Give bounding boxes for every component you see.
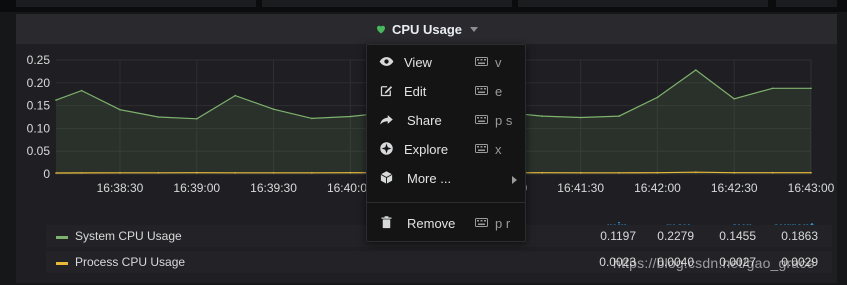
menu-item-label: More ...	[407, 171, 452, 186]
data-point	[157, 172, 160, 174]
menu-item-view[interactable]: View v	[367, 47, 525, 76]
data-point	[656, 96, 659, 99]
menu-item-remove[interactable]: Remove p r	[367, 208, 525, 237]
panel-context-menu: View v Edit e Share p s Explore x More .…	[366, 44, 526, 242]
data-point	[771, 87, 774, 90]
menu-item-explore[interactable]: Explore x	[367, 134, 525, 163]
data-point	[579, 116, 582, 119]
legend-avg: 0.1455	[719, 229, 756, 243]
data-point	[695, 171, 697, 173]
data-point	[80, 89, 83, 92]
trash-icon	[381, 216, 392, 229]
compass-icon	[380, 142, 393, 155]
x-tick-label: 16:42:30	[711, 181, 758, 195]
keyboard-icon	[475, 57, 488, 66]
keyboard-icon	[475, 86, 488, 95]
data-point	[55, 99, 57, 101]
x-tick-label: 16:42:00	[634, 181, 681, 195]
data-point	[119, 108, 121, 111]
data-point	[810, 87, 812, 90]
legend-series-name[interactable]: Process CPU Usage	[75, 255, 185, 269]
y-axis: 0 0.05 0.10 0.15 0.20 0.25	[27, 53, 51, 181]
x-tick-label: 16:41:30	[557, 181, 604, 195]
data-point	[80, 172, 83, 174]
data-point	[695, 69, 697, 71]
data-point	[349, 115, 352, 118]
y-tick-label: 0.05	[27, 144, 51, 158]
data-point	[55, 172, 57, 174]
menu-item-share[interactable]: Share p s	[367, 105, 525, 134]
data-point	[579, 172, 582, 174]
menu-shortcut: p r	[495, 216, 511, 231]
menu-item-label: Remove	[407, 216, 456, 231]
row-segment	[16, 0, 256, 7]
cube-icon	[380, 171, 393, 184]
chevron-right-icon	[512, 176, 517, 184]
menu-item-more[interactable]: More ...	[367, 163, 525, 192]
eye-icon	[379, 57, 394, 66]
data-point	[771, 171, 774, 174]
data-point	[234, 94, 236, 97]
data-point	[157, 116, 160, 118]
keyboard-icon	[475, 144, 488, 153]
menu-shortcut: e	[495, 84, 503, 99]
menu-shortcut: v	[495, 55, 502, 70]
y-tick-label: 0.15	[27, 99, 51, 113]
data-point	[541, 171, 544, 174]
data-point	[272, 108, 275, 110]
y-tick-label: 0	[43, 167, 50, 181]
x-tick-label: 16:39:00	[173, 181, 220, 195]
x-tick-label: 16:38:30	[97, 181, 144, 195]
menu-item-label: Share	[407, 113, 442, 128]
row-segment	[262, 0, 512, 7]
menu-item-label: Edit	[404, 84, 427, 99]
row-segment	[776, 0, 837, 7]
keyboard-icon	[475, 218, 488, 227]
data-point	[272, 172, 275, 174]
dashboard-top-strip	[0, 0, 847, 12]
data-point	[119, 172, 121, 174]
legend-swatch[interactable]	[56, 236, 68, 239]
watermark-text: https://blog.csdn.net/gao_grace	[613, 255, 815, 271]
menu-shortcut: x	[495, 142, 502, 157]
data-point	[618, 115, 620, 117]
data-point	[196, 171, 198, 174]
x-tick-label: 16:43:00	[788, 181, 835, 195]
menu-item-label: View	[404, 55, 432, 70]
keyboard-icon	[475, 115, 488, 124]
menu-divider	[367, 202, 525, 203]
legend-current: 0.1863	[781, 229, 818, 243]
data-point	[349, 171, 352, 174]
legend-min: 0.1197	[600, 229, 636, 243]
data-point	[733, 98, 735, 100]
share-icon	[380, 115, 393, 125]
legend-series-name[interactable]: System CPU Usage	[75, 229, 182, 243]
data-point	[311, 117, 313, 120]
data-point	[311, 172, 313, 174]
edit-icon	[380, 86, 393, 97]
data-point	[196, 118, 198, 120]
data-point	[618, 172, 620, 174]
x-tick-label: 16:39:30	[250, 181, 297, 195]
row-segment	[518, 0, 768, 7]
data-point	[541, 115, 544, 117]
data-point	[733, 171, 735, 174]
menu-item-edit[interactable]: Edit e	[367, 76, 525, 105]
menu-shortcut: p s	[495, 113, 513, 128]
menu-item-label: Explore	[404, 142, 449, 157]
legend-max: 0.2279	[657, 229, 694, 243]
y-tick-label: 0.25	[27, 53, 51, 67]
data-point	[656, 171, 659, 174]
legend-swatch[interactable]	[56, 262, 68, 265]
y-tick-label: 0.10	[27, 121, 51, 135]
y-tick-label: 0.20	[27, 76, 51, 90]
data-point	[234, 172, 236, 174]
data-point	[810, 171, 812, 174]
